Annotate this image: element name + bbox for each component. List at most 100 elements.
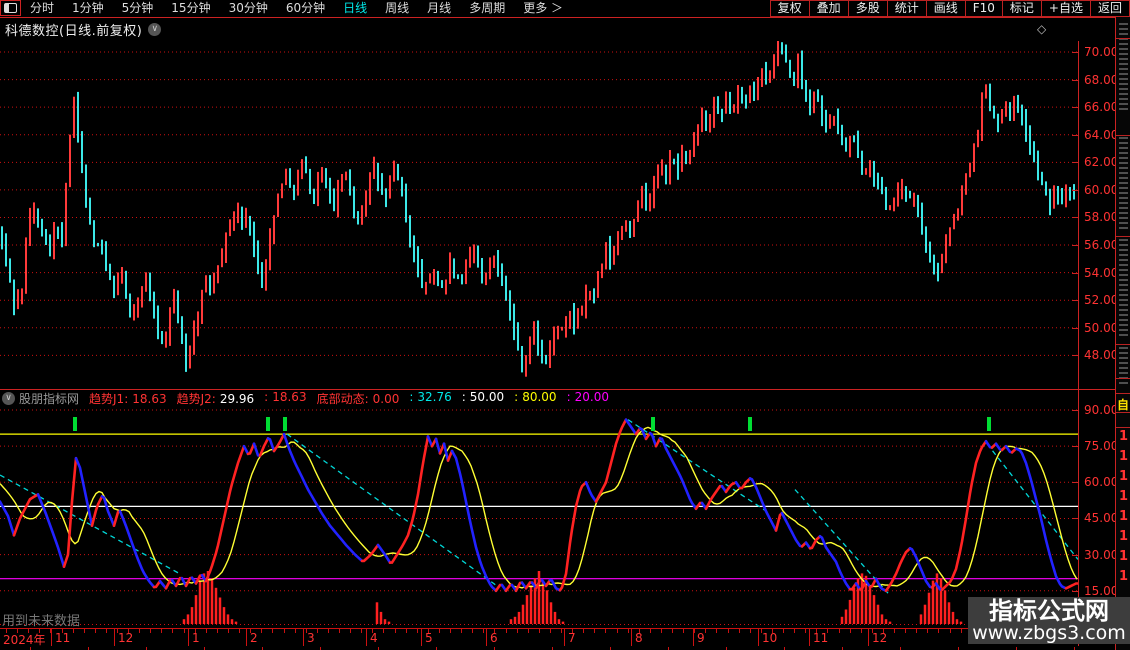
month-label: 12 (872, 631, 887, 645)
price-tick-label: 62.00 (1084, 155, 1118, 169)
period-item-2[interactable]: 5分钟 (113, 0, 163, 17)
minor-tick (517, 629, 518, 633)
month-tick (809, 629, 810, 646)
minor-tick (683, 629, 684, 633)
sidebar-rank-number: 1 (1119, 449, 1128, 464)
minor-tick (272, 629, 273, 633)
indicator-field-0: 趋势J1:18.63 (89, 390, 167, 406)
action-button-6[interactable]: 标记 (1002, 0, 1041, 17)
indicator-chevron-icon[interactable]: ∨ (2, 392, 15, 405)
period-item-0[interactable]: 分时 (21, 0, 63, 17)
period-item-5[interactable]: 60分钟 (277, 0, 334, 17)
osc-tick-label: 75.00 (1084, 439, 1118, 453)
minor-tick (406, 629, 407, 633)
action-button-1[interactable]: 叠加 (809, 0, 848, 17)
sidebar-divider (1116, 344, 1130, 345)
minor-tick (561, 629, 562, 633)
minor-tick (617, 629, 618, 633)
sidebar-rank-number: 1 (1119, 509, 1128, 524)
minor-tick (417, 629, 418, 633)
period-item-7[interactable]: 周线 (376, 0, 418, 17)
minor-tick (905, 629, 906, 633)
period-item-9[interactable]: 多周期 (460, 0, 514, 17)
vertical-text-block (1119, 23, 1128, 113)
minor-tick (961, 629, 962, 633)
period-item-3[interactable]: 15分钟 (162, 0, 219, 17)
minor-tick (84, 629, 85, 633)
minor-tick (73, 629, 74, 633)
sidebar-divider (1116, 378, 1130, 379)
main-candlestick-chart[interactable] (0, 41, 1078, 389)
minor-tick (217, 629, 218, 633)
title-bar: 科德数控(日线.前复权) ∨ ◇ (0, 18, 1130, 40)
minor-tick (439, 629, 440, 633)
month-label: 2 (250, 631, 258, 645)
minor-tick (694, 629, 695, 633)
minor-tick (472, 629, 473, 633)
price-tick-label: 54.00 (1084, 266, 1118, 280)
indicator-field-6: :80.00 (514, 390, 556, 406)
price-tick-label: 56.00 (1084, 238, 1118, 252)
minor-tick (594, 629, 595, 633)
action-button-8[interactable]: 返回 (1090, 0, 1130, 17)
sidebar-divider (1116, 135, 1130, 136)
minor-tick (894, 629, 895, 633)
sidebar-rank-number: 1 (1119, 429, 1128, 444)
sidebar-item-self-select[interactable]: 自 (1117, 396, 1129, 413)
price-tick-label: 48.00 (1084, 348, 1118, 362)
app-window: 分时1分钟5分钟15分钟30分钟60分钟日线周线月线多周期更多 ＞ 复权叠加多股… (0, 0, 1130, 650)
indicator-source: 股朋指标网 (19, 390, 79, 406)
right-sidebar[interactable]: 自11111111 (1115, 17, 1130, 650)
date-axis[interactable]: 2024年1112123456789101112 (0, 628, 1115, 648)
action-button-4[interactable]: 画线 (926, 0, 965, 17)
minor-tick (361, 629, 362, 633)
minor-tick (750, 629, 751, 633)
sidebar-divider (1116, 236, 1130, 237)
minor-tick (728, 629, 729, 633)
action-button-2[interactable]: 多股 (848, 0, 887, 17)
action-button-0[interactable]: 复权 (770, 0, 809, 17)
minor-tick (716, 629, 717, 633)
oscillator-panel[interactable] (0, 406, 1078, 625)
layout-toggle-icon[interactable] (0, 0, 21, 16)
indicator-values: 趋势J1:18.63趋势J2:29.96:18.63底部动态:0.00:32.7… (79, 390, 609, 406)
month-tick (114, 629, 115, 646)
diamond-icon[interactable]: ◇ (1037, 22, 1046, 36)
period-item-10[interactable]: 更多 ＞ (514, 0, 572, 17)
minor-tick (395, 629, 396, 633)
period-item-8[interactable]: 月线 (418, 0, 460, 17)
osc-tick-label: 60.00 (1084, 475, 1118, 489)
price-tick-label: 66.00 (1084, 100, 1118, 114)
period-item-1[interactable]: 1分钟 (63, 0, 113, 17)
minor-tick (383, 629, 384, 633)
future-data-note: 用到未来数据 (2, 610, 80, 629)
osc-tick-label: 30.00 (1084, 548, 1118, 562)
price-tick-label: 70.00 (1084, 45, 1118, 59)
month-tick (188, 629, 189, 646)
minor-tick (206, 629, 207, 633)
minor-tick (317, 629, 318, 633)
indicator-field-4: :32.76 (409, 390, 451, 406)
month-label: 7 (568, 631, 576, 645)
period-item-4[interactable]: 30分钟 (220, 0, 277, 17)
action-button-5[interactable]: F10 (965, 0, 1002, 17)
month-tick (246, 629, 247, 646)
month-tick (421, 629, 422, 646)
action-button-7[interactable]: +自选 (1041, 0, 1090, 17)
action-button-3[interactable]: 统计 (887, 0, 926, 17)
title-chevron-down-icon[interactable]: ∨ (148, 23, 161, 36)
sidebar-divider (1116, 427, 1130, 428)
minor-tick (805, 629, 806, 633)
price-tick-label: 52.00 (1084, 293, 1118, 307)
watermark-title: 指标公式网 (968, 598, 1130, 624)
minor-tick (528, 629, 529, 633)
year-label: 2024年 (3, 631, 46, 648)
period-menu: 分时1分钟5分钟15分钟30分钟60分钟日线周线月线多周期更多 ＞ (21, 0, 770, 17)
month-label: 4 (370, 631, 378, 645)
vertical-text-block (1119, 239, 1128, 339)
minor-tick (583, 629, 584, 633)
month-label: 10 (762, 631, 777, 645)
sidebar-divider (1116, 393, 1130, 394)
month-label: 11 (55, 631, 70, 645)
period-item-6[interactable]: 日线 (334, 0, 376, 17)
